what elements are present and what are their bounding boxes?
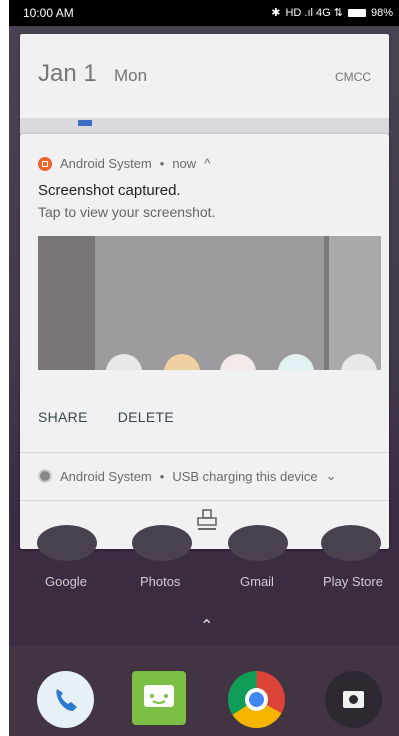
date-text: Jan 1 <box>38 60 97 87</box>
status-icons: ✱ HD .ıl 4G ⇅ 98% <box>271 6 393 20</box>
notification-text: Tap to view your screenshot. <box>38 204 216 220</box>
share-button[interactable]: SHARE <box>38 409 88 425</box>
expand-chevron-up-icon[interactable]: ^ <box>204 156 210 171</box>
charging-text: USB charging this device <box>172 468 318 484</box>
bluetooth-icon: ✱ <box>271 7 281 19</box>
notification-panel[interactable]: Android System • now ^ Screenshot captur… <box>20 134 389 549</box>
battery-percent: 98% <box>370 6 393 19</box>
delete-button[interactable]: DELETE <box>118 409 174 425</box>
header-separator: • <box>159 156 165 171</box>
charging-notification[interactable]: Android System • USB charging this devic… <box>38 468 336 484</box>
app-label-photos[interactable]: Photos <box>140 574 180 589</box>
google-icon <box>106 354 142 370</box>
status-time: 10:00 AM <box>23 6 74 20</box>
divider <box>20 452 389 453</box>
dock <box>9 646 399 736</box>
app-drawer-chevron-up-icon[interactable]: ⌃ <box>200 616 213 636</box>
weekday-text: Mon <box>114 66 148 85</box>
notification-header[interactable]: Android System • now ^ <box>38 156 210 171</box>
notification-time: now <box>172 156 197 171</box>
photos-icon <box>164 354 200 370</box>
app-label-play-store[interactable]: Play Store <box>323 574 383 589</box>
quick-settings-header[interactable]: Jan 1 Mon CMCC <box>20 34 389 126</box>
chevron-down-icon[interactable]: ⌄ <box>326 468 337 484</box>
chrome-icon[interactable] <box>228 671 285 728</box>
notification-actions: SHARE DELETE <box>38 409 174 425</box>
android-system-icon <box>38 469 52 483</box>
screenshot-thumbnail[interactable] <box>38 236 381 370</box>
gmail-icon <box>220 354 256 370</box>
notification-title: Screenshot captured. <box>38 182 181 199</box>
app-label-gmail[interactable]: Gmail <box>240 574 274 589</box>
play-store-icon <box>278 354 314 370</box>
clear-all-icon[interactable] <box>196 508 218 532</box>
lock-screen: 10:00 AM ✱ HD .ıl 4G ⇅ 98% Jan 1 Mon CMC… <box>9 0 399 736</box>
phone-icon[interactable] <box>37 671 94 728</box>
messages-icon[interactable] <box>132 671 186 725</box>
divider <box>20 500 389 501</box>
charging-app-name: Android System <box>60 468 152 484</box>
peek-strip <box>20 118 389 134</box>
signal-indicators: HD .ıl 4G ⇅ <box>285 7 343 19</box>
notification-app-name: Android System <box>60 156 152 171</box>
carrier-label: CMCC <box>335 70 371 84</box>
status-bar: 10:00 AM ✱ HD .ıl 4G ⇅ 98% <box>9 0 399 26</box>
charging-separator: • <box>159 468 165 484</box>
screenshot-app-icon <box>38 156 52 171</box>
camera-icon[interactable] <box>325 671 382 728</box>
app-label-google[interactable]: Google <box>45 574 87 589</box>
battery-icon <box>347 8 366 17</box>
